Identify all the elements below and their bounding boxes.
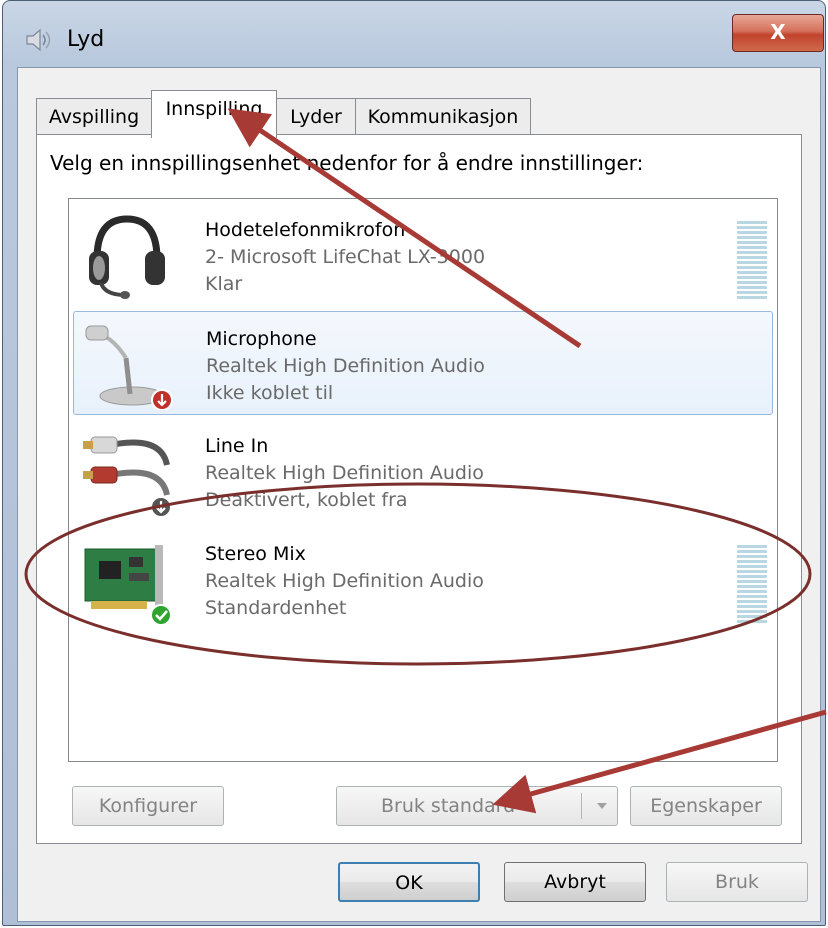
device-name: Microphone: [206, 328, 317, 350]
tab-avspilling[interactable]: Avspilling: [36, 98, 152, 136]
instruction-text: Velg en innspillingsenhet nedenfor for å…: [50, 151, 644, 175]
ok-button[interactable]: OK: [338, 862, 480, 902]
tab-kommunikasjon[interactable]: Kommunikasjon: [355, 98, 531, 136]
set-default-label: Bruk standard: [381, 795, 516, 817]
apply-button[interactable]: Bruk: [666, 862, 808, 902]
device-name: Hodetelefonmikrofon: [205, 219, 406, 241]
tab-lyder[interactable]: Lyder: [276, 98, 356, 136]
device-name: Stereo Mix: [205, 543, 306, 565]
device-driver: Realtek High Definition Audio: [206, 355, 485, 377]
set-default-split-button[interactable]: Bruk standard: [336, 786, 618, 826]
device-name: Line In: [205, 435, 269, 457]
device-item-line-in[interactable]: Line In Realtek High Definition Audio De…: [73, 419, 773, 523]
device-item-microphone[interactable]: Microphone Realtek High Definition Audio…: [73, 311, 773, 415]
microphone-icon: [85, 325, 173, 410]
recording-device-list[interactable]: Hodetelefonmikrofon 2- Microsoft LifeCha…: [68, 198, 778, 762]
close-button[interactable]: X: [732, 14, 824, 52]
cancel-button[interactable]: Avbryt: [504, 862, 646, 902]
tab-innspilling[interactable]: Innspilling: [151, 90, 277, 138]
speaker-icon: [26, 28, 51, 52]
chevron-down-icon[interactable]: [593, 797, 611, 815]
headset-icon: [89, 215, 165, 299]
device-driver: 2- Microsoft LifeChat LX-3000: [205, 246, 486, 268]
device-item-stereo-mix[interactable]: Stereo Mix Realtek High Definition Audio…: [73, 527, 773, 631]
device-status: Klar: [205, 273, 243, 295]
title-bar[interactable]: Lyd X: [3, 1, 825, 69]
level-meter: [737, 221, 767, 299]
device-driver: Realtek High Definition Audio: [205, 462, 484, 484]
device-status: Ikke koblet til: [206, 382, 334, 404]
dialog-body: Avspilling Innspilling Lyder Kommunikasj…: [17, 67, 821, 922]
split-separator: [581, 793, 582, 819]
level-meter: [737, 545, 767, 623]
configure-button[interactable]: Konfigurer: [72, 786, 224, 826]
sound-dialog-window: Lyd X Avspilling Innspilling Lyder Kommu…: [2, 0, 826, 926]
device-status: Deaktivert, koblet fra: [205, 489, 408, 511]
window-title: Lyd: [67, 27, 105, 52]
line-in-cable-icon: [83, 436, 172, 517]
properties-button[interactable]: Egenskaper: [630, 786, 782, 826]
sound-card-icon: [84, 545, 172, 625]
device-driver: Realtek High Definition Audio: [205, 570, 484, 592]
device-item-headset-mic[interactable]: Hodetelefonmikrofon 2- Microsoft LifeCha…: [73, 203, 773, 307]
device-status: Standardenhet: [205, 597, 347, 619]
